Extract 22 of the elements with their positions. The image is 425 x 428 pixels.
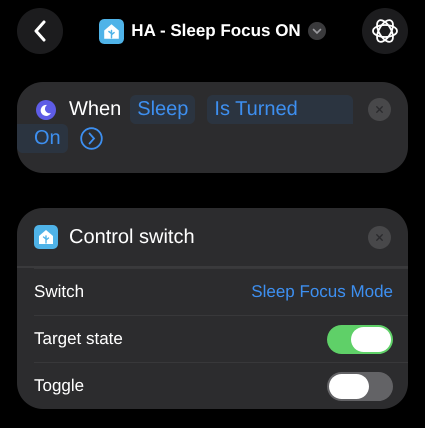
focus-parameter[interactable]: Sleep <box>130 95 196 124</box>
row-label: Target state <box>34 329 123 349</box>
back-icon <box>33 20 47 42</box>
dropdown-button[interactable] <box>308 22 326 40</box>
moon-icon <box>36 100 56 120</box>
parameter-value[interactable]: Sleep Focus Mode <box>251 282 393 302</box>
orbit-icon <box>371 17 399 45</box>
settings-button[interactable] <box>362 8 408 54</box>
chevron-circle-icon[interactable] <box>80 127 103 150</box>
when-label: When <box>69 98 122 121</box>
back-button[interactable] <box>17 8 63 54</box>
state-parameter[interactable]: Is Turned <box>207 95 354 124</box>
row-label: Toggle <box>34 376 84 396</box>
action-title: Control switch <box>69 226 195 248</box>
home-app-icon <box>34 225 58 249</box>
toggle-switch[interactable] <box>327 324 393 354</box>
row-label: Switch <box>34 282 84 302</box>
home-app-icon <box>99 18 124 44</box>
chevron-down-icon <box>312 28 322 34</box>
shortcut-title: HA - Sleep Focus ON <box>131 21 301 41</box>
toggle-switch[interactable] <box>327 372 393 400</box>
state-parameter[interactable]: On <box>17 124 68 153</box>
